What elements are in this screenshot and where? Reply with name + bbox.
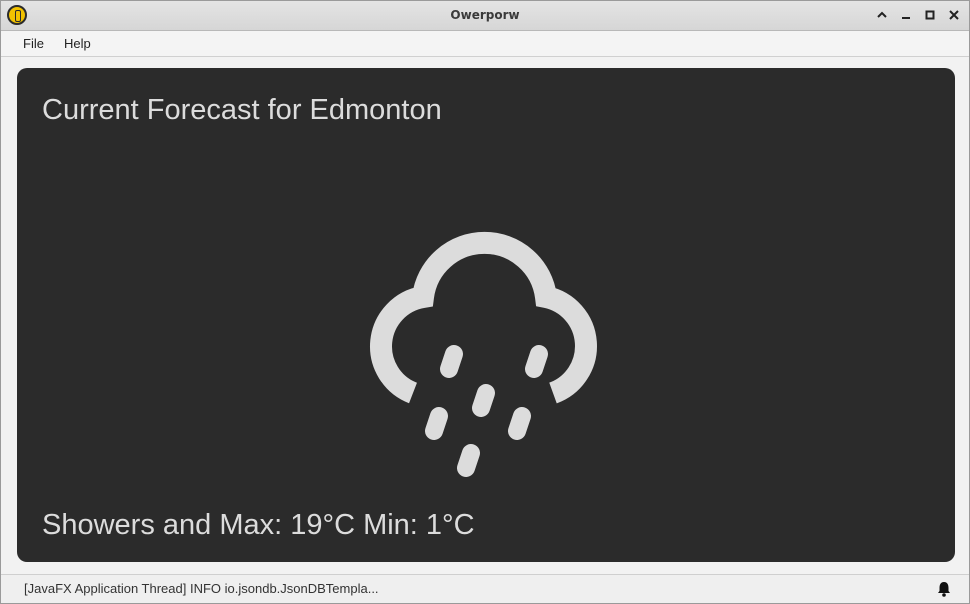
bell-icon[interactable] [937, 581, 951, 597]
menu-bar: File Help [1, 31, 969, 57]
forecast-panel: Current Forecast for Edmonton Showers an… [17, 68, 955, 562]
window-controls [873, 6, 963, 24]
chevron-up-icon[interactable] [873, 6, 891, 24]
app-window: Owerporw File Help Current Forecast for … [0, 0, 970, 604]
rain-showers-icon [370, 231, 597, 477]
menu-help[interactable]: Help [54, 32, 101, 55]
status-message: [JavaFX Application Thread] INFO io.json… [24, 581, 379, 596]
maximize-icon[interactable] [921, 6, 939, 24]
menu-file[interactable]: File [13, 32, 54, 55]
close-icon[interactable] [945, 6, 963, 24]
forecast-summary: Showers and Max: 19°C Min: 1°C [42, 509, 475, 541]
title-bar[interactable]: Owerporw [1, 1, 969, 31]
forecast-heading: Current Forecast for Edmonton [42, 94, 442, 126]
window-title: Owerporw [450, 8, 520, 22]
status-bar: [JavaFX Application Thread] INFO io.json… [1, 574, 969, 603]
minimize-icon[interactable] [897, 6, 915, 24]
